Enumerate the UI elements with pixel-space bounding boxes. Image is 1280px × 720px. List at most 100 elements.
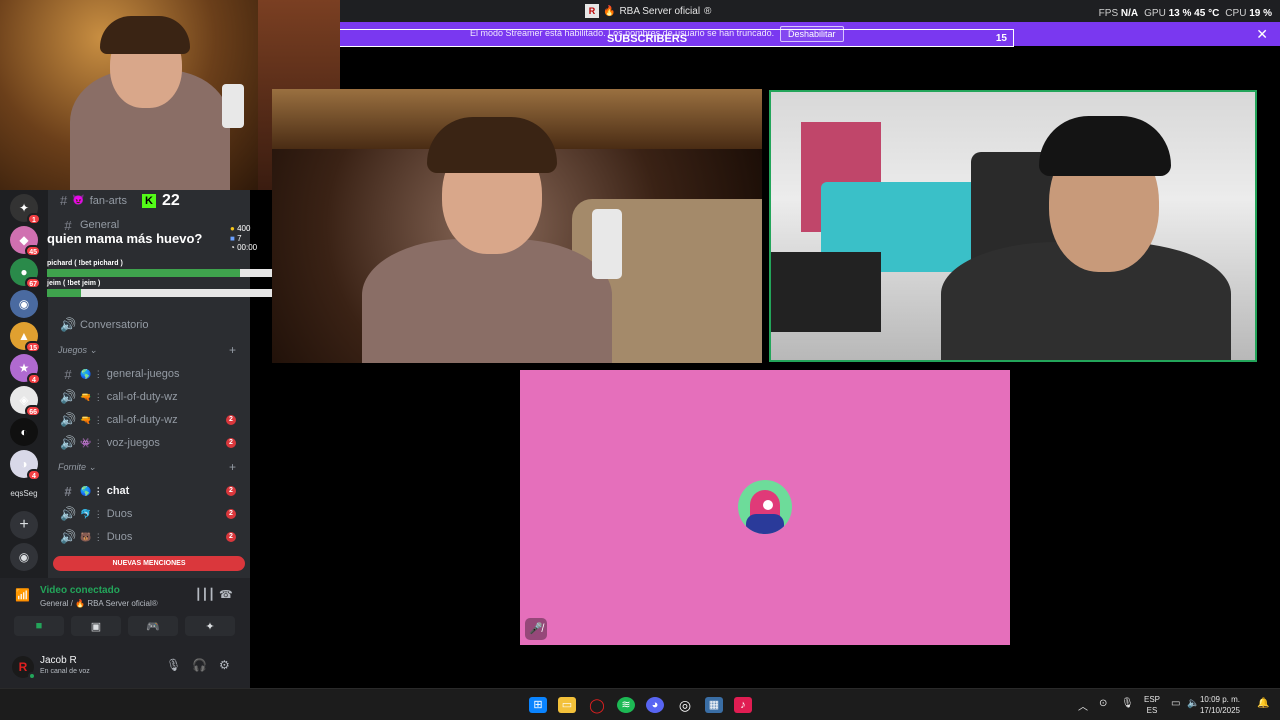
camera-button[interactable]: ■ (14, 616, 64, 636)
network-icon[interactable]: ▭ (1171, 698, 1180, 709)
server-logo-icon: R (585, 4, 599, 18)
video-tile-guest[interactable] (769, 90, 1257, 362)
server-icon[interactable]: ✦ 1 (10, 194, 41, 225)
add-channel-icon[interactable]: + (229, 343, 236, 357)
steam-icon[interactable]: ◎ (676, 697, 694, 713)
voice-status-title[interactable]: Video conectado (40, 585, 120, 596)
poll-option-fill-1 (47, 269, 240, 277)
headphones-icon[interactable]: 🎧 (192, 658, 207, 672)
mention-count-badge: 4 (27, 373, 41, 385)
opera-icon[interactable]: ◯ (588, 697, 606, 713)
server-icon[interactable]: ◈ 66 (10, 386, 41, 417)
screen-share-icon: ▣ (90, 620, 102, 633)
avatar[interactable] (738, 480, 792, 534)
avatar-eye (763, 500, 773, 510)
gamepad-icon: 🎮 (146, 620, 160, 633)
mention-count-badge: 4 (27, 469, 41, 481)
channel-item[interactable]: 🔊 🔫 ⋮ call-of-duty-wz (52, 386, 246, 408)
fps-value: N/A (1120, 8, 1139, 19)
disconnect-icon[interactable]: ☎ (219, 588, 233, 601)
channel-conversatorio[interactable]: 🔊 Conversatorio (52, 314, 246, 336)
smile-icon: 😈 (72, 195, 85, 206)
cpu-value: 19 % (1249, 8, 1272, 19)
mention-count-badge: 1 (27, 213, 41, 225)
channel-item[interactable]: # 🌎 ⋮ chat 2 (52, 480, 246, 502)
user-panel: R Jacob R En canal de voz 🎙 🎧 ⚙ (0, 644, 250, 688)
video-tile-streamer[interactable] (272, 89, 762, 363)
avatar[interactable]: R (12, 656, 36, 680)
clock[interactable]: 10:09 p. m. 17/10/2025 (1200, 694, 1240, 716)
channel-item[interactable]: # 🌎 ⋮ general-juegos (52, 363, 246, 385)
capcut-icon[interactable]: ♪ (734, 697, 752, 713)
camera-icon: ■ (35, 620, 43, 632)
server-icon[interactable]: ◐ (10, 418, 38, 446)
poll-voters: 7 (237, 233, 242, 243)
microphone-tray-icon[interactable]: 🎙 (1121, 698, 1134, 709)
speaker-icon: 🔊 (60, 389, 77, 404)
notification-bell-icon[interactable]: 🔔 (1257, 698, 1269, 709)
streamer-phone (592, 209, 622, 279)
poll-option-fill-2 (47, 289, 82, 297)
microphone-icon[interactable]: 🎙 (166, 658, 181, 672)
windows-start-icon[interactable]: ⊞ (529, 697, 547, 713)
channel-item[interactable]: 🔊 🐬 ⋮ Duos 2 (52, 503, 246, 525)
speaker-icon: 🔊 (60, 506, 77, 521)
soundboard-button[interactable]: ✦ (185, 616, 235, 636)
fire-icon: 🔥 (603, 5, 616, 17)
screen-share-button[interactable]: ▣ (71, 616, 121, 636)
video-tile-avatar[interactable]: 🎤̸ (520, 370, 1010, 645)
server-icon[interactable]: ◉ (10, 290, 38, 318)
category-header[interactable]: Fornite ⌄ + (58, 460, 244, 474)
signal-icon: 📶 (15, 588, 30, 602)
add-channel-icon[interactable]: + (229, 460, 236, 474)
keyboard-layout: ES (1146, 706, 1158, 715)
poll-points: 400 (237, 224, 251, 233)
channel-fan-arts[interactable]: # 😈 fan-arts (60, 193, 127, 208)
voice-status-channel[interactable]: General / 🔥 RBA Server oficial® (40, 599, 158, 608)
channel-emoji-icon: 🐻 ⋮ (80, 531, 103, 542)
new-mentions-button[interactable]: NUEVAS MENCIONES (53, 556, 245, 571)
clock-date: 17/10/2025 (1199, 706, 1240, 715)
onedrive-icon[interactable]: ⊙ (1099, 698, 1107, 709)
volume-icon[interactable]: 🔈 (1187, 698, 1199, 709)
channel-item[interactable]: 🔊 👾 ⋮ voz-juegos 2 (52, 432, 246, 454)
performance-stats: FPS N/A GPU 13 % 45 °C CPU 19 % (1099, 8, 1272, 19)
add-server-button[interactable]: + (10, 511, 38, 539)
activities-button[interactable]: 🎮 (128, 616, 178, 636)
channel-item[interactable]: 🔊 🔫 ⋮ call-of-duty-wz 2 (52, 409, 246, 431)
calculator-icon[interactable]: ▦ (705, 697, 723, 713)
gear-icon[interactable]: ⚙ (219, 658, 230, 672)
discord-icon[interactable]: ◕ (646, 697, 664, 713)
server-icon[interactable]: ● 67 (10, 258, 41, 289)
voice-connection-panel: 📶 Video conectado General / 🔥 RBA Server… (0, 578, 250, 688)
noise-suppression-icon[interactable]: ┃┃┃ (195, 588, 215, 601)
chevron-down-icon: ⌄ (86, 462, 97, 472)
subscriber-goal-label: SUBSCRIBERS (607, 33, 688, 45)
desktop: R 🔥 RBA Server oficial ® FPS N/A GPU 13 %… (0, 0, 1280, 720)
server-icon[interactable]: ▲ 15 (10, 322, 41, 353)
username[interactable]: Jacob R (40, 655, 77, 666)
server-icon[interactable]: ◑ 4 (10, 450, 41, 481)
file-explorer-icon[interactable]: ▭ (558, 697, 576, 713)
compass-icon[interactable]: ◉ (10, 543, 38, 571)
poll-timer: 00:00 (237, 243, 258, 252)
close-icon[interactable]: ✕ (1256, 26, 1268, 43)
channel-item[interactable]: 🔊 🐻 ⋮ Duos 2 (52, 526, 246, 548)
channel-emoji-icon: 🔫 ⋮ (80, 391, 103, 402)
spotify-icon[interactable]: ≋ (617, 697, 635, 713)
language-indicator[interactable]: ESP ES (1144, 694, 1160, 716)
chevron-up-icon[interactable]: ︿ (1078, 698, 1088, 713)
server-icon[interactable]: ★ 4 (10, 354, 41, 385)
server-icon[interactable]: ◆ 45 (10, 226, 41, 257)
window-title-text: RBA Server oficial (619, 5, 701, 17)
category-header[interactable]: Juegos ⌄ + (58, 343, 244, 357)
language-code: ESP (1144, 695, 1161, 704)
subscriber-goal-bar: 0 SUBSCRIBERS 15 (279, 29, 1014, 47)
gpu-value: 13 % 45 °C (1168, 8, 1220, 19)
coin-icon: ● (230, 224, 235, 233)
server-text-label[interactable]: eqsSeg (4, 489, 44, 498)
poll-overlay: # 😈 fan-arts K 22 quien mama más huevo? … (42, 192, 278, 300)
cpu-label: CPU (1225, 8, 1247, 19)
mention-count-badge: 66 (25, 405, 41, 417)
chevron-down-icon: ⌄ (87, 345, 98, 355)
